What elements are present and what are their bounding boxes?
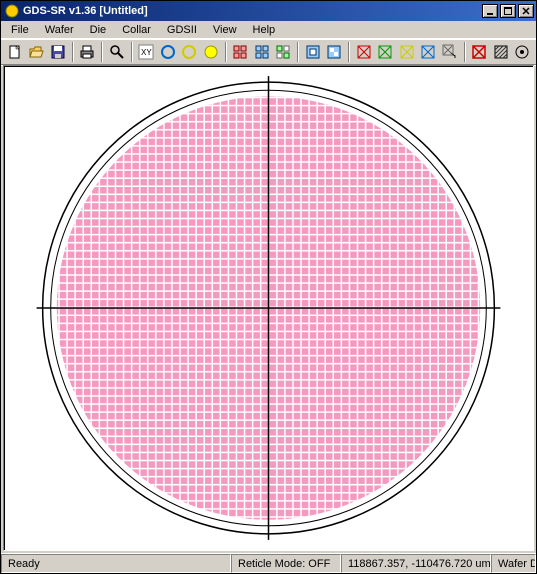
grid2-icon[interactable] (252, 41, 272, 63)
open-icon[interactable] (27, 41, 47, 63)
collar-red-icon[interactable] (354, 41, 374, 63)
close-button[interactable] (518, 4, 534, 18)
window-controls (482, 4, 534, 18)
svg-text:XY: XY (141, 48, 152, 57)
hatch-icon[interactable] (491, 41, 511, 63)
window-title: GDS-SR v1.36 [Untitled] (23, 5, 482, 17)
maximize-button[interactable] (500, 4, 516, 18)
menu-help[interactable]: Help (245, 23, 284, 37)
titlebar: GDS-SR v1.36 [Untitled] (1, 1, 536, 21)
toolbar-separator (131, 42, 133, 62)
circle-yellow-fill-icon[interactable] (201, 41, 221, 63)
status-ready: Ready (1, 554, 231, 573)
toolbar-separator (101, 42, 103, 62)
toolbar-separator (72, 42, 74, 62)
die2-icon[interactable] (325, 41, 345, 63)
toolbar-separator (297, 42, 299, 62)
save-icon[interactable] (48, 41, 68, 63)
menu-wafer[interactable]: Wafer (37, 23, 82, 37)
toolbar-separator (348, 42, 350, 62)
new-icon[interactable] (5, 41, 25, 63)
gds-red-icon[interactable] (470, 41, 490, 63)
grid1-icon[interactable] (231, 41, 251, 63)
grid3-icon[interactable] (274, 41, 294, 63)
menu-collar[interactable]: Collar (114, 23, 159, 37)
circle-blue-icon[interactable] (158, 41, 178, 63)
menu-gdsii[interactable]: GDSII (159, 23, 205, 37)
menu-file[interactable]: File (3, 23, 37, 37)
circle-yellow-outline-icon[interactable] (180, 41, 200, 63)
menubar: File Wafer Die Collar GDSII View Help (1, 21, 536, 39)
toolbar-separator (225, 42, 227, 62)
status-coords: 118867.357, -110476.720 um (341, 554, 491, 573)
collar-blue-icon[interactable] (419, 41, 439, 63)
collar-pointer-icon[interactable] (440, 41, 460, 63)
app-icon (5, 4, 19, 18)
menu-die[interactable]: Die (82, 23, 115, 37)
wafer-view[interactable] (4, 66, 533, 550)
canvas[interactable] (3, 65, 534, 551)
zoom-icon[interactable] (107, 41, 127, 63)
status-reticle: Reticle Mode: OFF (231, 554, 341, 573)
toolbar: XY (1, 39, 536, 65)
toolbar-separator (464, 42, 466, 62)
collar-yellow-icon[interactable] (397, 41, 417, 63)
statusbar: Ready Reticle Mode: OFF 118867.357, -110… (1, 553, 536, 573)
collar-green-icon[interactable] (376, 41, 396, 63)
xy-icon[interactable]: XY (137, 41, 157, 63)
print-icon[interactable] (78, 41, 98, 63)
die1-icon[interactable] (303, 41, 323, 63)
drill-icon[interactable] (513, 41, 533, 63)
status-wafer: Wafer D (491, 554, 536, 573)
app-window: GDS-SR v1.36 [Untitled] File Wafer Die C… (0, 0, 537, 574)
menu-view[interactable]: View (205, 23, 245, 37)
minimize-button[interactable] (482, 4, 498, 18)
